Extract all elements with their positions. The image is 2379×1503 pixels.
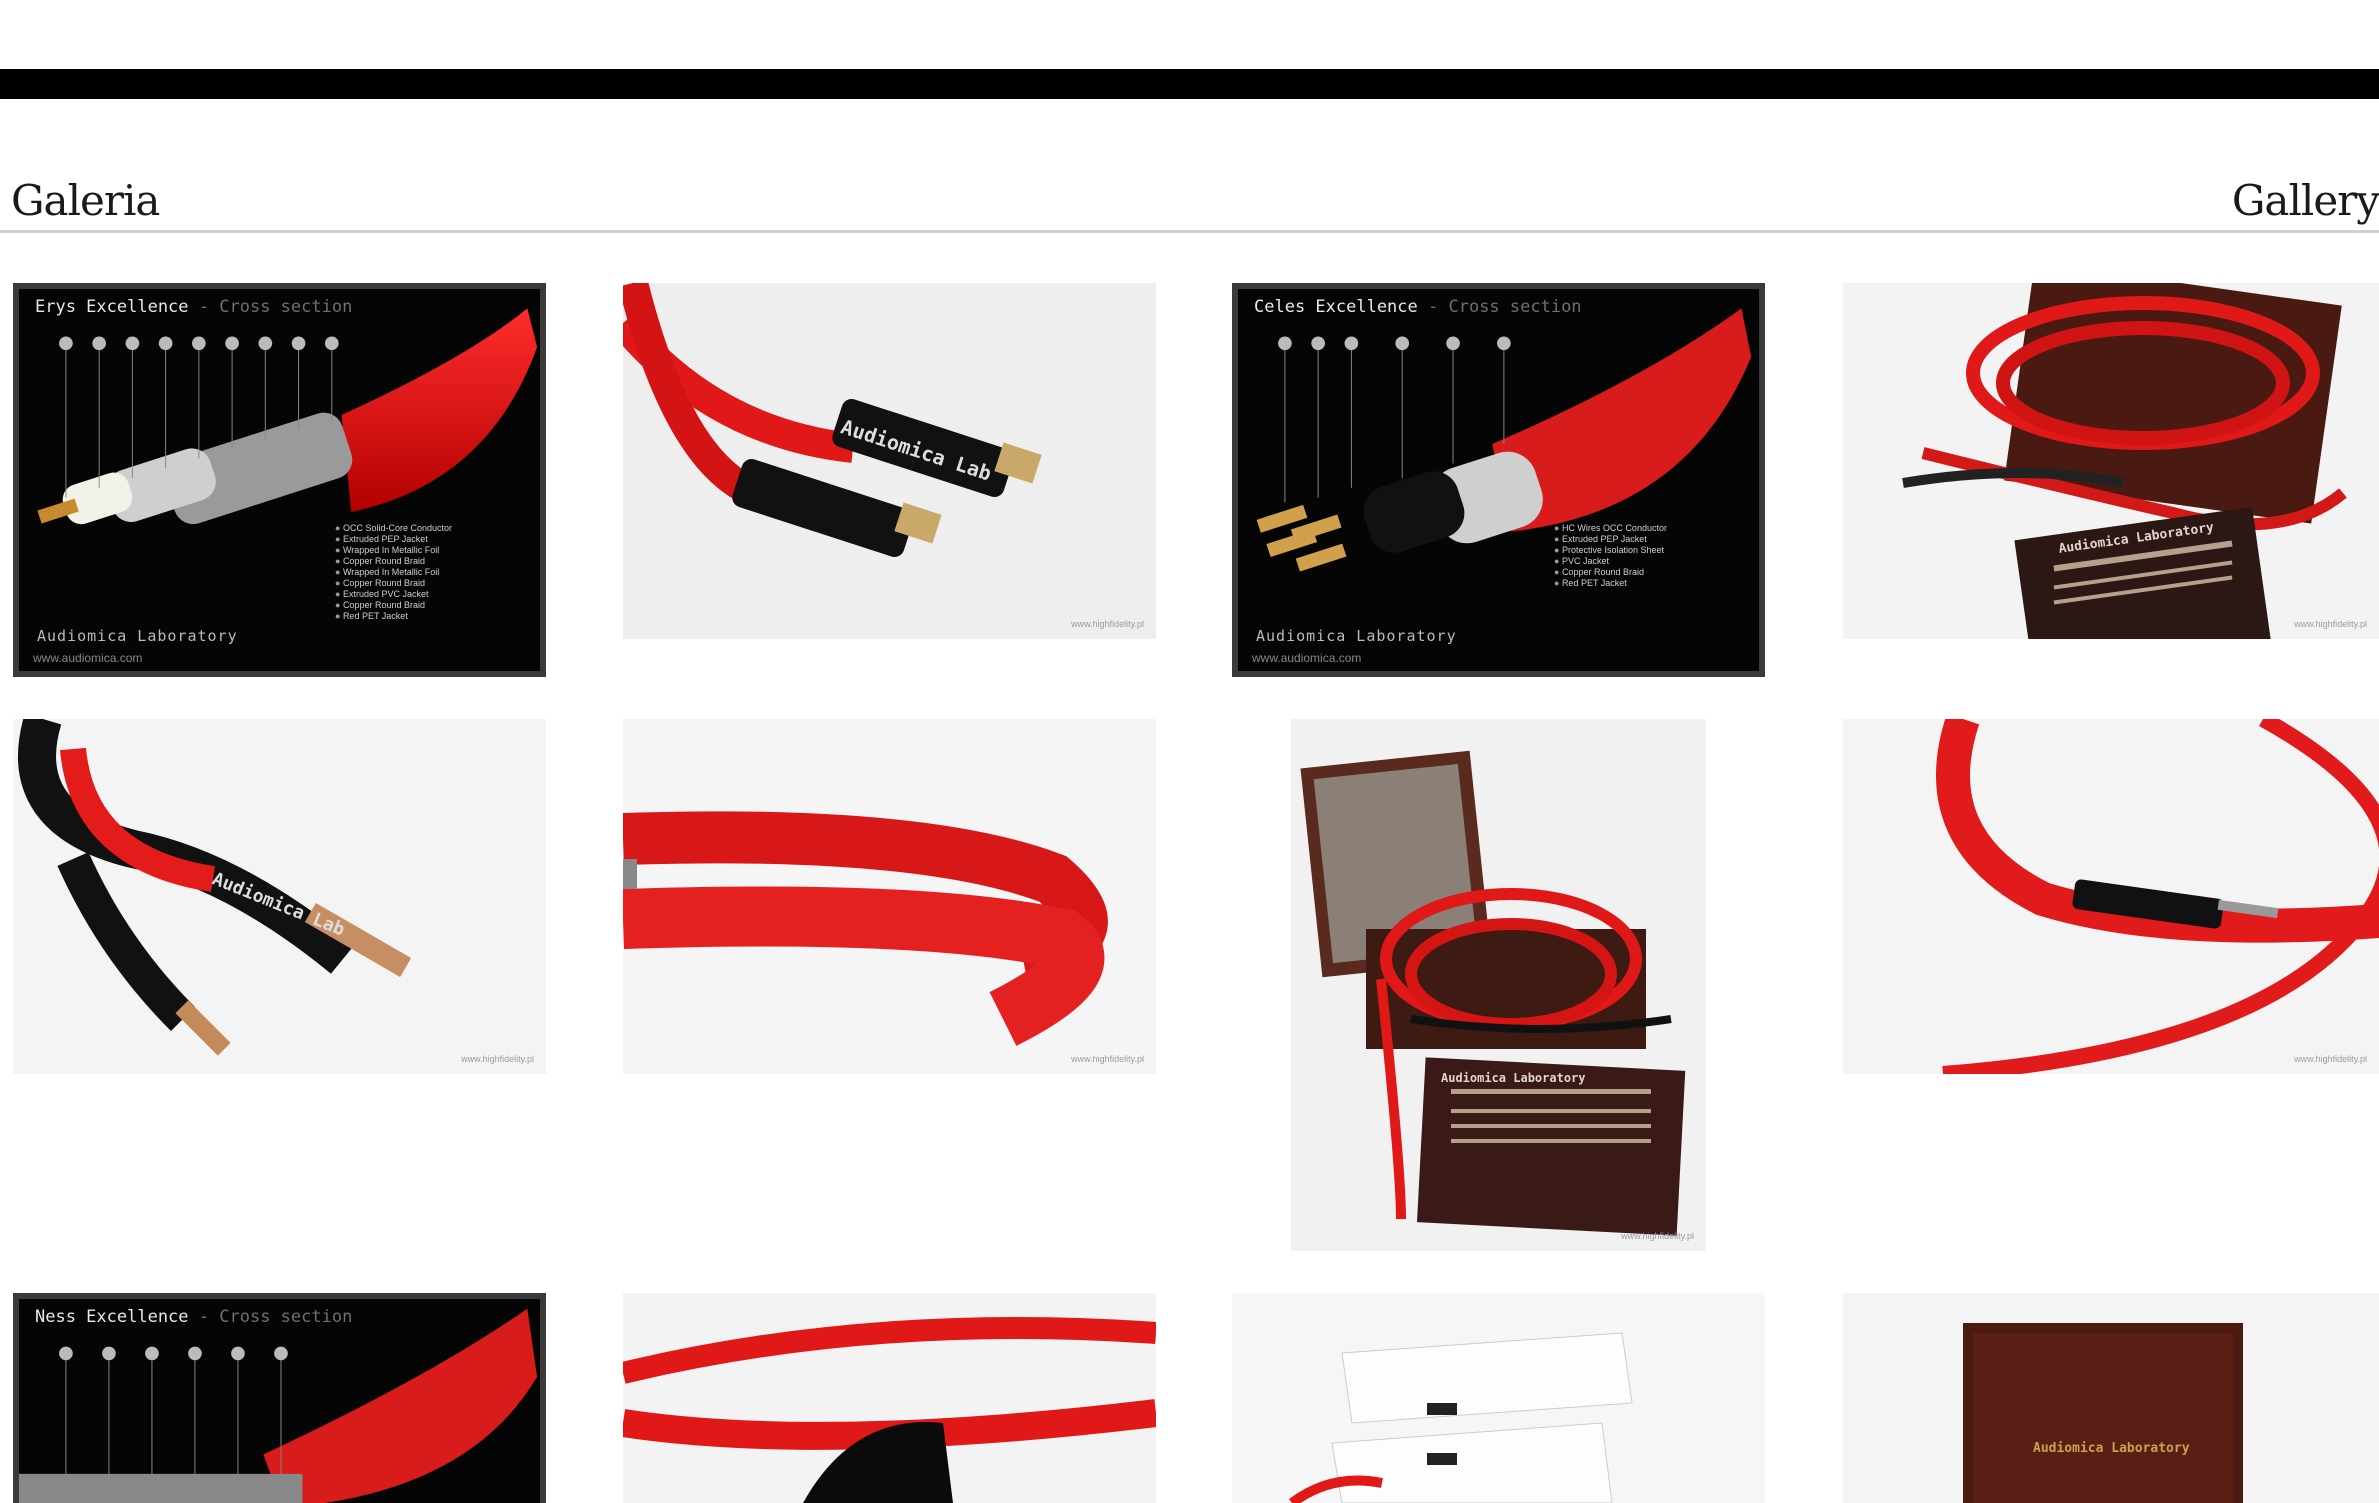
photo-watermark: www.highfidelity.pl bbox=[2294, 619, 2367, 629]
rca-cable-photo bbox=[623, 283, 1156, 639]
cross-section-image bbox=[37, 308, 538, 525]
packaging-boxes-photo bbox=[1232, 1293, 1765, 1503]
document-brand-label: Audiomica Laboratory bbox=[1441, 1071, 1586, 1085]
wooden-box-photo bbox=[1843, 1293, 2379, 1503]
power-cable-photo bbox=[623, 1293, 1156, 1503]
gallery-thumb-speaker-cables-box[interactable]: Audiomica Laboratory www.highfidelity.pl bbox=[1843, 283, 2379, 639]
photo-watermark: www.highfidelity.pl bbox=[2294, 1054, 2367, 1064]
brand-logo: Audiomica Laboratory bbox=[37, 627, 238, 645]
brand-url: www.audiomica.com bbox=[1252, 651, 1362, 665]
gallery-thumb-erys-cross-section[interactable]: Erys Excellence - Cross section OCC Soli… bbox=[13, 283, 546, 677]
cross-section-image bbox=[1256, 308, 1752, 572]
gallery-page: Galeria Gallery Erys Excellence - Cross … bbox=[0, 0, 2379, 1503]
top-black-bar bbox=[0, 69, 2379, 99]
gallery-heading-row: Galeria Gallery bbox=[0, 168, 2379, 233]
gallery-thumb-ness-cross-section[interactable]: Ness Excellence - Cross section bbox=[13, 1293, 546, 1503]
open-box-cables-photo bbox=[1291, 719, 1706, 1251]
photo-watermark: www.highfidelity.pl bbox=[1621, 1231, 1694, 1241]
gallery-thumb-power-cable[interactable] bbox=[623, 1293, 1156, 1503]
cross-section-title: Celes Excellence - Cross section bbox=[1254, 297, 1582, 317]
gallery-title-english: Gallery bbox=[2231, 176, 2379, 225]
gallery-thumb-open-box-cables[interactable]: Audiomica Laboratory www.highfidelity.pl bbox=[1291, 719, 1706, 1251]
brand-url: www.audiomica.com bbox=[33, 651, 143, 665]
photo-watermark: www.highfidelity.pl bbox=[1071, 619, 1144, 629]
gallery-thumb-celes-cross-section[interactable]: Celes Excellence - Cross section HC Wire… bbox=[1232, 283, 1765, 677]
gallery-thumb-red-cable-loop[interactable]: www.highfidelity.pl bbox=[1843, 719, 2379, 1074]
brand-logo: Audiomica Laboratory bbox=[1256, 627, 1457, 645]
photo-watermark: www.highfidelity.pl bbox=[461, 1054, 534, 1064]
cross-section-legend: OCC Solid-Core ConductorExtruded PEP Jac… bbox=[335, 523, 452, 622]
cross-section-title: Erys Excellence - Cross section bbox=[35, 297, 353, 317]
gallery-title-polish: Galeria bbox=[11, 176, 160, 225]
cross-section-legend: HC Wires OCC ConductorExtruded PEP Jacke… bbox=[1554, 523, 1667, 589]
gallery-thumb-speaker-cable-ends[interactable]: Audiomica Lab www.highfidelity.pl bbox=[13, 719, 546, 1074]
photo-watermark: www.highfidelity.pl bbox=[1071, 1054, 1144, 1064]
gallery-thumb-packaging-boxes[interactable] bbox=[1232, 1293, 1765, 1503]
red-cable-loop-photo bbox=[1843, 719, 2379, 1074]
gallery-thumb-red-braided-cable[interactable]: www.highfidelity.pl bbox=[623, 719, 1156, 1074]
gallery-thumb-wooden-box[interactable]: Audiomica Laboratory bbox=[1843, 1293, 2379, 1503]
box-brand-label: Audiomica Laboratory bbox=[2033, 1441, 2190, 1456]
red-braided-cable-photo bbox=[623, 719, 1156, 1074]
speaker-cable-box-photo bbox=[1843, 283, 2379, 639]
cross-section-title: Ness Excellence - Cross section bbox=[35, 1307, 353, 1327]
cross-section-image bbox=[19, 1308, 538, 1503]
gallery-thumb-rca-cables[interactable]: Audiomica Lab www.highfidelity.pl bbox=[623, 283, 1156, 639]
